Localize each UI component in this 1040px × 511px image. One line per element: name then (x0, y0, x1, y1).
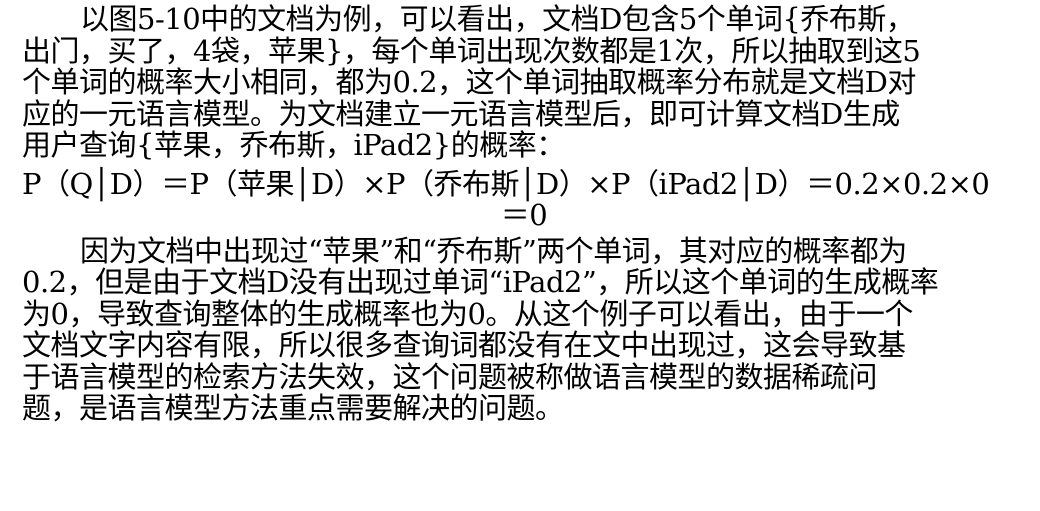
paragraph-1-line-4: 应的一元语言模型。为文档建立一元语言模型后，即可计算文档D生成 (22, 96, 900, 131)
paragraph-1: 以图5-10中的文档为例，可以看出，文档D包含5个单词{乔布斯， 出门，买了，4… (22, 2, 1026, 162)
paragraph-2-line-1: 因为文档中出现过“苹果”和“乔布斯”两个单词，其对应的概率都为 (80, 233, 907, 268)
paragraph-1-line-3: 个单词的概率大小相同，都为0.2，这个单词抽取概率分布就是文档D对 (22, 65, 916, 99)
paragraph-2-line-3: 为0，导致查询整体的生成概率也为0。从这个例子可以看出，由于一个 (22, 296, 913, 331)
formula-line-2: ＝0 (500, 198, 548, 232)
formula-line-1: P（Q│D）＝P（苹果│D）×P（乔布斯│D）×P（iPad2│D）＝0.2×0… (22, 166, 990, 201)
paragraph-2-line-4: 文档文字内容有限，所以很多查询词都没有在文中出现过，这会导致基 (22, 328, 906, 362)
paragraph-2-line-6: 题，是语言模型方法重点需要解决的问题。 (22, 391, 564, 425)
paragraph-2: 因为文档中出现过“苹果”和“乔布斯”两个单词，其对应的概率都为 0.2，但是由于… (22, 233, 1026, 425)
paragraph-2-line-2: 0.2，但是由于文档D没有出现过单词“iPad2”，所以这个单词的生成概率 (22, 265, 939, 299)
paragraph-2-line-5: 于语言模型的检索方法失效，这个问题被称做语言模型的数据稀疏问 (22, 359, 878, 394)
paragraph-1-line-1: 以图5-10中的文档为例，可以看出，文档D包含5个单词{乔布斯， (80, 2, 915, 36)
paragraph-1-line-5: 用户查询{苹果，乔布斯，iPad2}的概率： (22, 128, 565, 162)
probability-formula: P（Q│D）＝P（苹果│D）×P（乔布斯│D）×P（iPad2│D）＝0.2×0… (22, 166, 1026, 232)
document-page: 以图5-10中的文档为例，可以看出，文档D包含5个单词{乔布斯， 出门，买了，4… (22, 2, 1026, 425)
paragraph-1-line-2: 出门，买了，4袋，苹果}，每个单词出现次数都是1次，所以抽取到这5 (22, 33, 921, 68)
